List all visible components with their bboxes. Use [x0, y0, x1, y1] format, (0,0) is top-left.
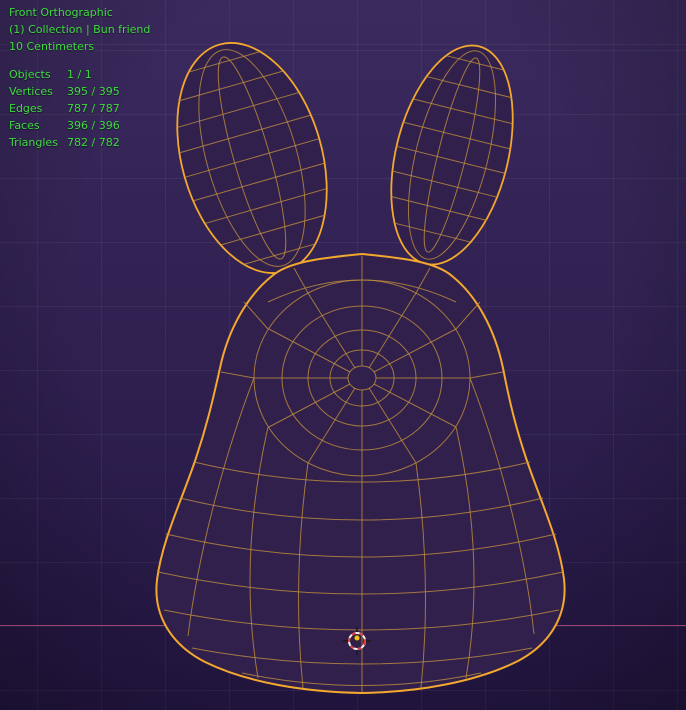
- 3d-viewport[interactable]: Front Orthographic (1) Collection | Bun …: [0, 0, 686, 710]
- scene-statistics: Objects 1 / 1 Vertices 395 / 395 Edges 7…: [9, 66, 150, 151]
- right-ear: [390, 44, 514, 266]
- stat-row-faces: Faces 396 / 396: [9, 119, 120, 132]
- stat-row-edges: Edges 787 / 787: [9, 102, 120, 115]
- bun-friend-mesh[interactable]: [152, 25, 566, 695]
- stat-row-triangles: Triangles 782 / 782: [9, 136, 120, 149]
- stat-row-objects: Objects 1 / 1: [9, 68, 92, 81]
- collection-breadcrumb: (1) Collection | Bun friend: [9, 23, 151, 36]
- scale-indicator: 10 Centimeters: [9, 40, 95, 53]
- object-origin-dot: [353, 634, 361, 642]
- body-outline: [155, 252, 566, 695]
- stat-row-vertices: Vertices 395 / 395: [9, 85, 120, 98]
- left-ear: [176, 42, 328, 274]
- viewport-overlay: Front Orthographic (1) Collection | Bun …: [9, 4, 150, 151]
- view-name: Front Orthographic: [9, 6, 113, 19]
